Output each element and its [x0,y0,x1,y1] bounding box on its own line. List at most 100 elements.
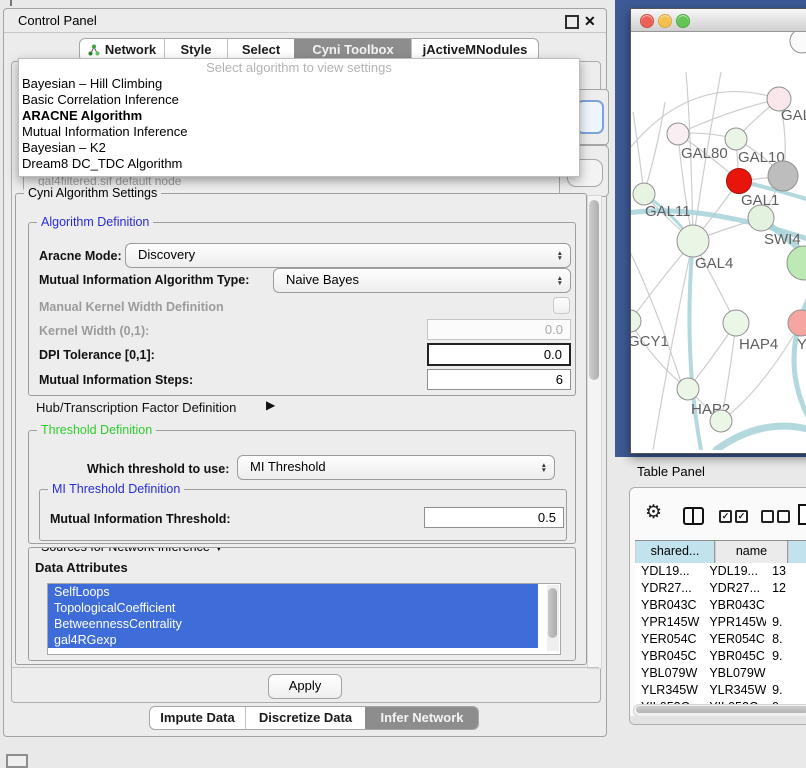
apply-button[interactable]: Apply [268,674,342,699]
network-node[interactable] [727,169,752,194]
network-node[interactable] [631,310,641,332]
minimized-window-icon-partial[interactable] [6,754,28,768]
dropdown-item[interactable]: ARACNE Algorithm [19,108,579,124]
expand-arrow-icon[interactable]: ▶ [266,398,275,412]
network-node[interactable] [723,310,749,336]
mi-steps-field[interactable]: 6 [427,369,571,390]
minimize-traffic-light[interactable] [658,14,672,28]
table-row[interactable]: YER054CYER054C8. [635,631,806,648]
column-header[interactable] [788,541,806,563]
network-node[interactable] [790,32,806,53]
network-node[interactable] [677,225,709,257]
dropdown-item[interactable]: Bayesian – Hill Climbing [19,76,579,92]
table-cell: 9. [766,682,806,699]
network-node[interactable] [787,246,806,280]
table-hscrollbar-thumb[interactable] [636,706,806,713]
settings-scrollbar[interactable] [587,195,602,669]
list-scrollbar-thumb[interactable] [548,588,557,638]
table-cell [766,665,806,682]
network-edge-highlighted[interactable] [794,282,806,432]
network-view-window[interactable]: GAL2GAL80GAL10GAL1GAL11SWI4GAL4GCY1HAP4Y… [630,8,806,454]
dropdown-item[interactable]: Bayesian – K2 [19,140,579,156]
table-row[interactable]: YDR27...YDR27...12 [635,580,806,597]
close-icon[interactable]: ✕ [584,11,596,31]
tab-infer-network[interactable]: Infer Network [365,707,478,729]
close-traffic-light[interactable] [640,14,654,28]
network-node[interactable] [667,123,689,145]
data-attributes-list[interactable]: SelfLoopsTopologicalCoefficientBetweenne… [47,583,561,655]
network-node[interactable] [768,161,798,191]
manual-kernel-checkbox[interactable] [553,297,570,314]
network-window-titlebar[interactable] [631,9,806,32]
table-cell: YDR27... [635,580,703,597]
dpi-tolerance-field[interactable]: 0.0 [427,343,571,366]
table-row[interactable]: YBR045CYBR045C9. [635,648,806,665]
column-header[interactable]: name [715,541,788,563]
hub-section-label[interactable]: Hub/Transcription Factor Definition [36,400,236,415]
kernel-width-field[interactable]: 0.0 [427,319,571,340]
checked-box-icon[interactable]: ✓ [735,510,748,523]
dropdown-item[interactable]: Dream8 DC_TDC Algorithm [19,156,579,172]
table-row[interactable]: YLR345WYLR345W9. [635,682,806,699]
network-node[interactable] [725,128,747,150]
network-edge-highlighted[interactable] [716,426,806,450]
attribute-list-item[interactable]: gal4RGexp [48,632,538,648]
mi-type-combo[interactable]: Naive Bayes [273,268,571,293]
network-edge-highlighted[interactable] [689,241,701,450]
network-canvas[interactable]: GAL2GAL80GAL10GAL1GAL11SWI4GAL4GCY1HAP4Y… [631,32,806,450]
zoom-traffic-light[interactable] [676,14,690,28]
network-node[interactable] [633,183,655,205]
focused-spinner-partial[interactable] [576,100,604,134]
table-cell: YDL19... [635,563,703,580]
manual-kernel-label: Manual Kernel Width Definition [39,300,224,314]
network-node[interactable] [748,205,774,231]
table-panel: ⚙ ✓ ✓ shared...name YDL19...YDL19...13YD… [629,487,806,725]
control-panel-titlebar[interactable]: Control Panel ✕ [4,9,606,33]
table-cell: YBR043C [703,597,766,614]
table-cell: YLR345W [635,682,703,699]
settings-scrollbar-thumb[interactable] [589,200,599,380]
mi-threshold-label: Mutual Information Threshold: [50,512,231,526]
tab-impute-data[interactable]: Impute Data [150,707,245,729]
table-body[interactable]: YDL19...YDL19...13YDR27...YDR27...12YBR0… [635,563,806,704]
document-icon[interactable] [798,504,806,525]
column-header[interactable]: shared... [635,541,715,563]
float-window-icon[interactable] [565,15,579,29]
attribute-list-item[interactable]: TopologicalCoefficient [48,600,538,616]
unchecked-box-icon[interactable] [761,510,774,523]
list-scrollbar[interactable] [547,585,559,651]
aracne-mode-combo[interactable]: Discovery [125,243,571,268]
dropdown-item[interactable]: Basic Correlation Inference [19,92,579,108]
network-edge[interactable] [644,102,665,194]
unchecked-box-icon[interactable] [777,510,790,523]
screen-edge-mark [10,0,12,6]
tab-discretize-data[interactable]: Discretize Data [245,707,365,729]
table-cell: YLR345W [703,682,766,699]
network-edge[interactable] [678,99,779,134]
collapse-arrow-icon[interactable]: ▼ [213,547,224,554]
attribute-list-item[interactable]: BetweennessCentrality [48,616,538,632]
network-node[interactable] [788,310,806,336]
scroll-viewport-edge [12,667,599,668]
table-row[interactable]: YDL19...YDL19...13 [635,563,806,580]
mi-threshold-field[interactable]: 0.5 [424,507,564,528]
columns-icon[interactable] [683,507,704,525]
network-node-label: SWI4 [764,231,801,248]
table-row[interactable]: YBR043CYBR043C [635,597,806,614]
kernel-width-label: Kernel Width (0,1): [39,324,149,338]
sources-group: Sources for Network Inference ▼ Data Att… [28,547,576,661]
network-edge[interactable] [631,242,681,382]
table-row[interactable]: YPR145WYPR145W9. [635,614,806,631]
which-threshold-combo[interactable]: MI Threshold [237,455,555,480]
table-header-row[interactable]: shared...name [635,540,806,564]
network-node[interactable] [710,410,732,432]
table-cell: 13 [766,563,806,580]
table-row[interactable]: YBL079WYBL079W [635,665,806,682]
gear-icon[interactable]: ⚙ [645,502,662,524]
network-edge[interactable] [633,112,644,194]
attribute-list-item[interactable]: SelfLoops [48,584,538,600]
stepper-arrows-icon [557,276,563,286]
network-node[interactable] [677,378,699,400]
checked-box-icon[interactable]: ✓ [719,510,732,523]
dropdown-item[interactable]: Mutual Information Inference [19,124,579,140]
